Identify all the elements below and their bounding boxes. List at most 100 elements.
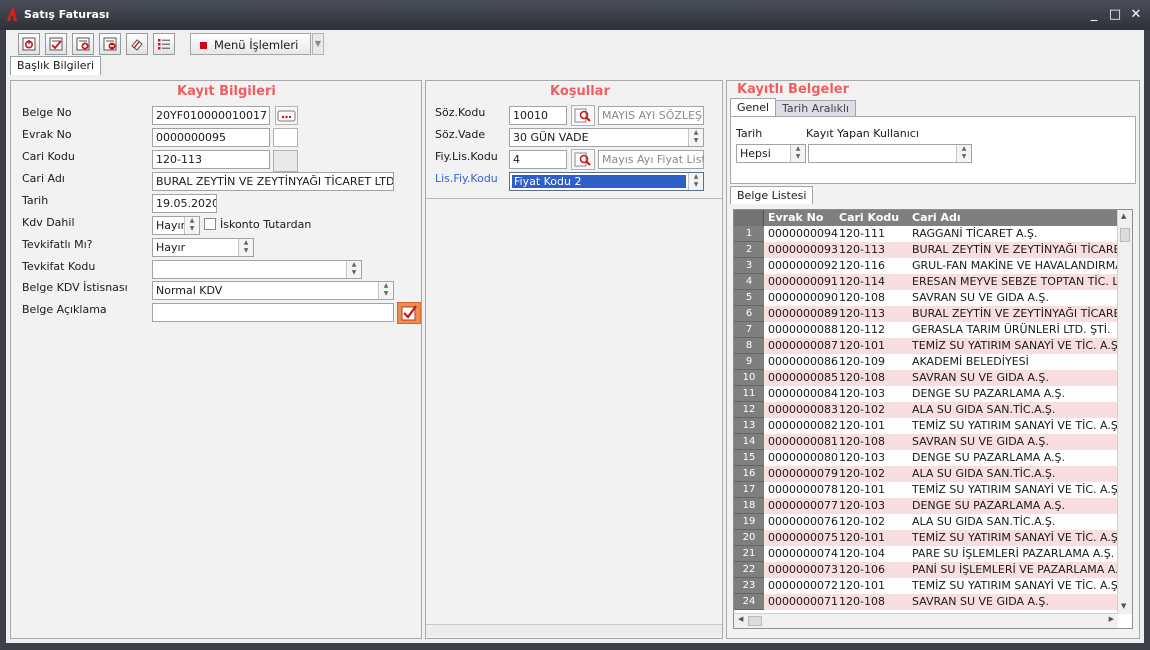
table-row[interactable]: 5 0000000090 120-108 SAVRAN SU VE GIDA A.Ş. [734,290,1118,306]
evrak-no-cell: 0000000086 [768,355,838,368]
kdv-dahil-select[interactable]: Hayır ▲ ▼ [152,216,200,235]
cari-adi-cell: DENGE SU PAZARLAMA A.Ş. [912,387,1066,400]
table-row[interactable]: 17 0000000078 120-101 TEMİZ SU YATIRIM SANA… [734,482,1118,498]
cari-adi-cell: ALA SU GIDA SAN.TİC.A.Ş. [912,515,1056,528]
table-row[interactable]: 18 0000000077 120-103 DENGE SU PAZARLAMA A.… [734,498,1118,514]
cari-kodu-field[interactable]: 120-113 [152,150,270,169]
table-row[interactable]: 14 0000000081 120-108 SAVRAN SU VE GIDA A.Ş… [734,434,1118,450]
menu-dropdown-button[interactable]: ▼ [312,33,324,55]
menu-operations-button[interactable]: Menü İşlemleri [190,33,311,55]
filter-tarih-label: Tarih [736,127,763,140]
cari-adi-cell: TEMİZ SU YATIRIM SANAYİ VE TİC. A.Ş. [912,419,1118,432]
evrak-no-field[interactable]: 0000000095 [152,128,270,147]
grid-rows: 1 0000000094 120-111 RAGGANİ TİCARET A.Ş. 2 0… [734,226,1118,610]
table-row[interactable]: 15 0000000080 120-103 DENGE SU PAZARLAMA A.… [734,450,1118,466]
row-number: 9 [734,354,764,370]
soz-kodu-search-button[interactable] [571,105,595,126]
filter-tarih-select[interactable]: Hepsi ▲ ▼ [736,144,806,163]
cari-kodu-button[interactable] [273,150,298,172]
table-row[interactable]: 3 0000000092 120-116 GRUL-FAN MAKİNE VE HAV… [734,258,1118,274]
table-row[interactable]: 2 0000000093 120-113 BURAL ZEYTİN VE ZEYTİN… [734,242,1118,258]
cari-adi-field[interactable]: BURAL ZEYTİN VE ZEYTİNYAĞI TİCARET LTD. … [152,172,394,191]
approve-button[interactable] [45,33,67,55]
table-row[interactable]: 6 0000000089 120-113 BURAL ZEYTİN VE ZEYTİN… [734,306,1118,322]
tevkifatli-select[interactable]: Hayır ▲ ▼ [152,238,254,257]
table-row[interactable]: 24 0000000071 120-108 SAVRAN SU VE GIDA A.Ş… [734,594,1118,610]
vertical-scrollbar[interactable]: ▲ ▼ [1117,210,1132,614]
add-record-button[interactable] [72,33,94,55]
table-row[interactable]: 12 0000000083 120-102 ALA SU GIDA SAN.TİC.A… [734,402,1118,418]
list-button[interactable] [153,33,175,55]
table-row[interactable]: 19 0000000076 120-102 ALA SU GIDA SAN.TİC.A… [734,514,1118,530]
fiy-lis-kodu-field[interactable]: 4 [509,150,567,169]
scroll-up-icon[interactable]: ▲ [1121,212,1126,220]
fiy-lis-kodu-search-button[interactable] [571,149,595,170]
evrak-no-cell: 0000000076 [768,515,838,528]
table-row[interactable]: 13 0000000082 120-101 TEMİZ SU YATIRIM SANA… [734,418,1118,434]
table-row[interactable]: 22 0000000073 120-106 PANİ SU İŞLEMLERİ VE … [734,562,1118,578]
row-number: 17 [734,482,764,498]
table-row[interactable]: 1 0000000094 120-111 RAGGANİ TİCARET A.Ş. [734,226,1118,242]
cari-kodu-cell: 120-102 [839,515,885,528]
aciklama-edit-button[interactable] [397,302,421,324]
lis-fiy-kodu-label: Lis.Fiy.Kodu [435,172,498,185]
eraser-button[interactable] [126,33,148,55]
cari-adi-cell: TEMİZ SU YATIRIM SANAYİ VE TİC. A.Ş. [912,579,1118,592]
hscroll-thumb[interactable] [748,616,762,626]
spin-updown-icon: ▲ ▼ [790,145,805,162]
check-list-icon [49,37,63,51]
belge-no-browse-button[interactable] [275,106,298,125]
tab-tarih-araligi[interactable]: Tarih Aralıklı [775,100,857,116]
filter-kullanici-select[interactable]: ▲ ▼ [808,144,972,163]
power-button[interactable] [18,33,40,55]
tab-genel[interactable]: Genel [730,98,777,116]
belge-kdv-select[interactable]: Normal KDV ▲ ▼ [152,281,394,300]
tab-belge-listesi[interactable]: Belge Listesi [730,186,814,204]
scroll-left-icon[interactable]: ◀ [738,615,743,623]
cari-adi-cell: ALA SU GIDA SAN.TİC.A.Ş. [912,467,1056,480]
search-icon [574,108,591,123]
column-cari-kodu[interactable]: Cari Kodu [839,211,899,224]
tevkifat-kodu-label: Tevkifat Kodu [22,260,96,273]
spin-updown-icon: ▲ ▼ [184,217,199,234]
minimize-button[interactable]: _ [1084,5,1104,25]
evrak-no-extra-box[interactable] [273,128,298,147]
column-cari-adi[interactable]: Cari Adı [912,211,961,224]
table-row[interactable]: 8 0000000087 120-101 TEMİZ SU YATIRIM SANAY… [734,338,1118,354]
belge-aciklama-field[interactable] [152,303,394,322]
table-row[interactable]: 20 0000000075 120-101 TEMİZ SU YATIRIM SANA… [734,530,1118,546]
iskonto-tutardan-checkbox[interactable] [204,218,216,230]
cari-adi-cell: SAVRAN SU VE GIDA A.Ş. [912,371,1049,384]
column-evrak-no[interactable]: Evrak No [768,211,823,224]
lis-fiy-kodu-select[interactable]: Fiyat Kodu 2 ▲ ▼ [509,172,704,191]
list-icon [158,39,170,50]
soz-kodu-field[interactable]: 10010 [509,106,567,125]
table-row[interactable]: 11 0000000084 120-103 DENGE SU PAZARLAMA A.… [734,386,1118,402]
tab-baslik-bilgileri[interactable]: Başlık Bilgileri [10,56,102,75]
horizontal-scrollbar[interactable]: ◀ ▶ [734,613,1118,628]
tevkifat-kodu-select[interactable]: ▲ ▼ [152,260,362,279]
scroll-thumb[interactable] [1120,228,1130,242]
cari-adi-cell: ERESAN MEYVE SEBZE TOPTAN TİC. LTD. [912,275,1118,288]
cari-kodu-cell: 120-113 [839,243,885,256]
remove-record-button[interactable] [99,33,121,55]
soz-vade-select[interactable]: 30 GÜN VADE ▲ ▼ [509,128,704,147]
cari-adi-cell: TEMİZ SU YATIRIM SANAYİ VE TİC. A.Ş. [912,483,1118,496]
add-record-icon [76,37,90,51]
table-row[interactable]: 21 0000000074 120-104 PARE SU İŞLEMLERİ PAZ… [734,546,1118,562]
scroll-right-icon[interactable]: ▶ [1109,615,1114,623]
belge-no-field[interactable]: 20YF010000010017 [152,106,270,125]
row-number: 4 [734,274,764,290]
table-row[interactable]: 23 0000000072 120-101 TEMİZ SU YATIRIM SANA… [734,578,1118,594]
table-row[interactable]: 10 0000000085 120-108 SAVRAN SU VE GIDA A.Ş… [734,370,1118,386]
table-row[interactable]: 7 0000000088 120-112 GERASLA TARIM ÜRÜNLERİ… [734,322,1118,338]
scroll-down-icon[interactable]: ▼ [1121,602,1126,610]
row-number: 18 [734,498,764,514]
tarih-field[interactable]: 19.05.2020 [152,194,217,213]
close-button[interactable]: ✕ [1126,5,1146,25]
table-row[interactable]: 9 0000000086 120-109 AKADEMİ BELEDİYESİ [734,354,1118,370]
table-row[interactable]: 4 0000000091 120-114 ERESAN MEYVE SEBZE TOP… [734,274,1118,290]
title-bar: Satış Faturası _ □ ✕ [0,0,1150,30]
maximize-button[interactable]: □ [1105,5,1125,25]
table-row[interactable]: 16 0000000079 120-102 ALA SU GIDA SAN.TİC.A… [734,466,1118,482]
